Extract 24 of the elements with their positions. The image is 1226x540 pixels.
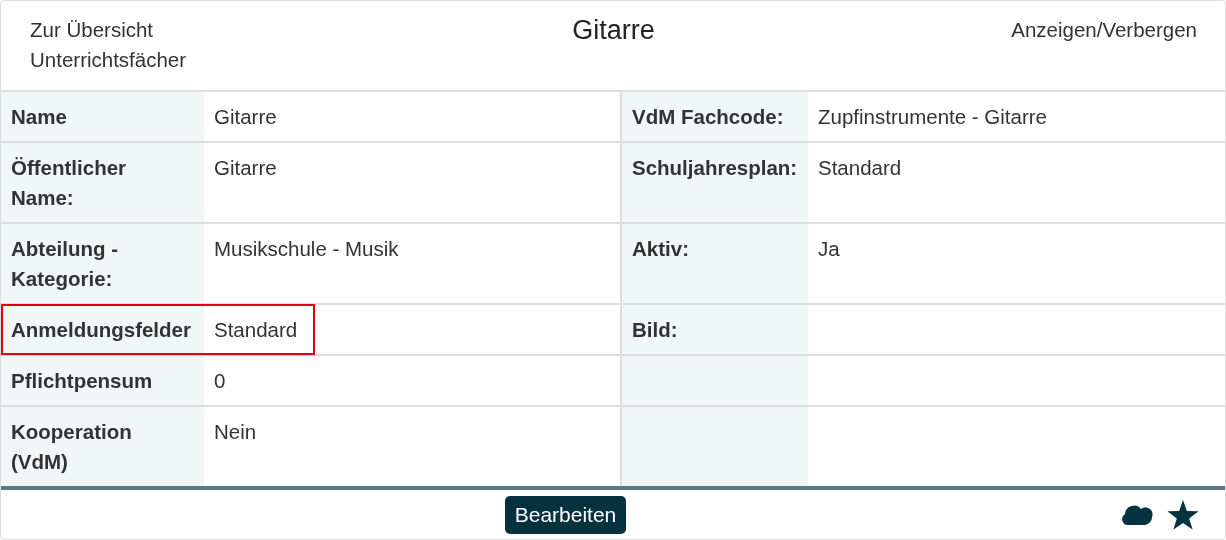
field-label: Schuljahresplan:	[620, 143, 808, 222]
field-label: Aktiv:	[620, 224, 808, 303]
field-value: Gitarre	[213, 104, 278, 130]
field-label: Anmeldungsfelder	[1, 305, 204, 354]
field-label: Bild:	[620, 305, 808, 354]
page-title: Gitarre	[572, 15, 655, 47]
field-value: Nein	[213, 419, 258, 445]
star-icon[interactable]	[1167, 499, 1199, 530]
field-value: 0	[213, 368, 227, 394]
field-label: Öffentlicher Name:	[1, 143, 204, 222]
field-value: Standard	[213, 317, 299, 343]
field-value: Zupfinstrumente - Gitarre	[817, 104, 1048, 130]
edit-button[interactable]: Bearbeiten	[504, 495, 627, 534]
toggle-link[interactable]: Anzeigen/Verbergen	[1011, 15, 1197, 45]
field-value: Ja	[817, 236, 841, 262]
field-label: Name	[1, 92, 204, 141]
field-value: Standard	[817, 155, 903, 181]
field-label: Abteilung - Kategorie:	[1, 224, 204, 303]
field-value: Gitarre	[213, 155, 278, 181]
field-label: Pflichtpensum	[1, 356, 204, 405]
field-label: Kooperation (VdM)	[1, 407, 204, 486]
back-link[interactable]: Zur Übersicht Unterrichtsfächer	[30, 15, 220, 75]
field-value: Musikschule - Musik	[213, 236, 400, 262]
field-label: VdM Fachcode:	[620, 92, 808, 141]
